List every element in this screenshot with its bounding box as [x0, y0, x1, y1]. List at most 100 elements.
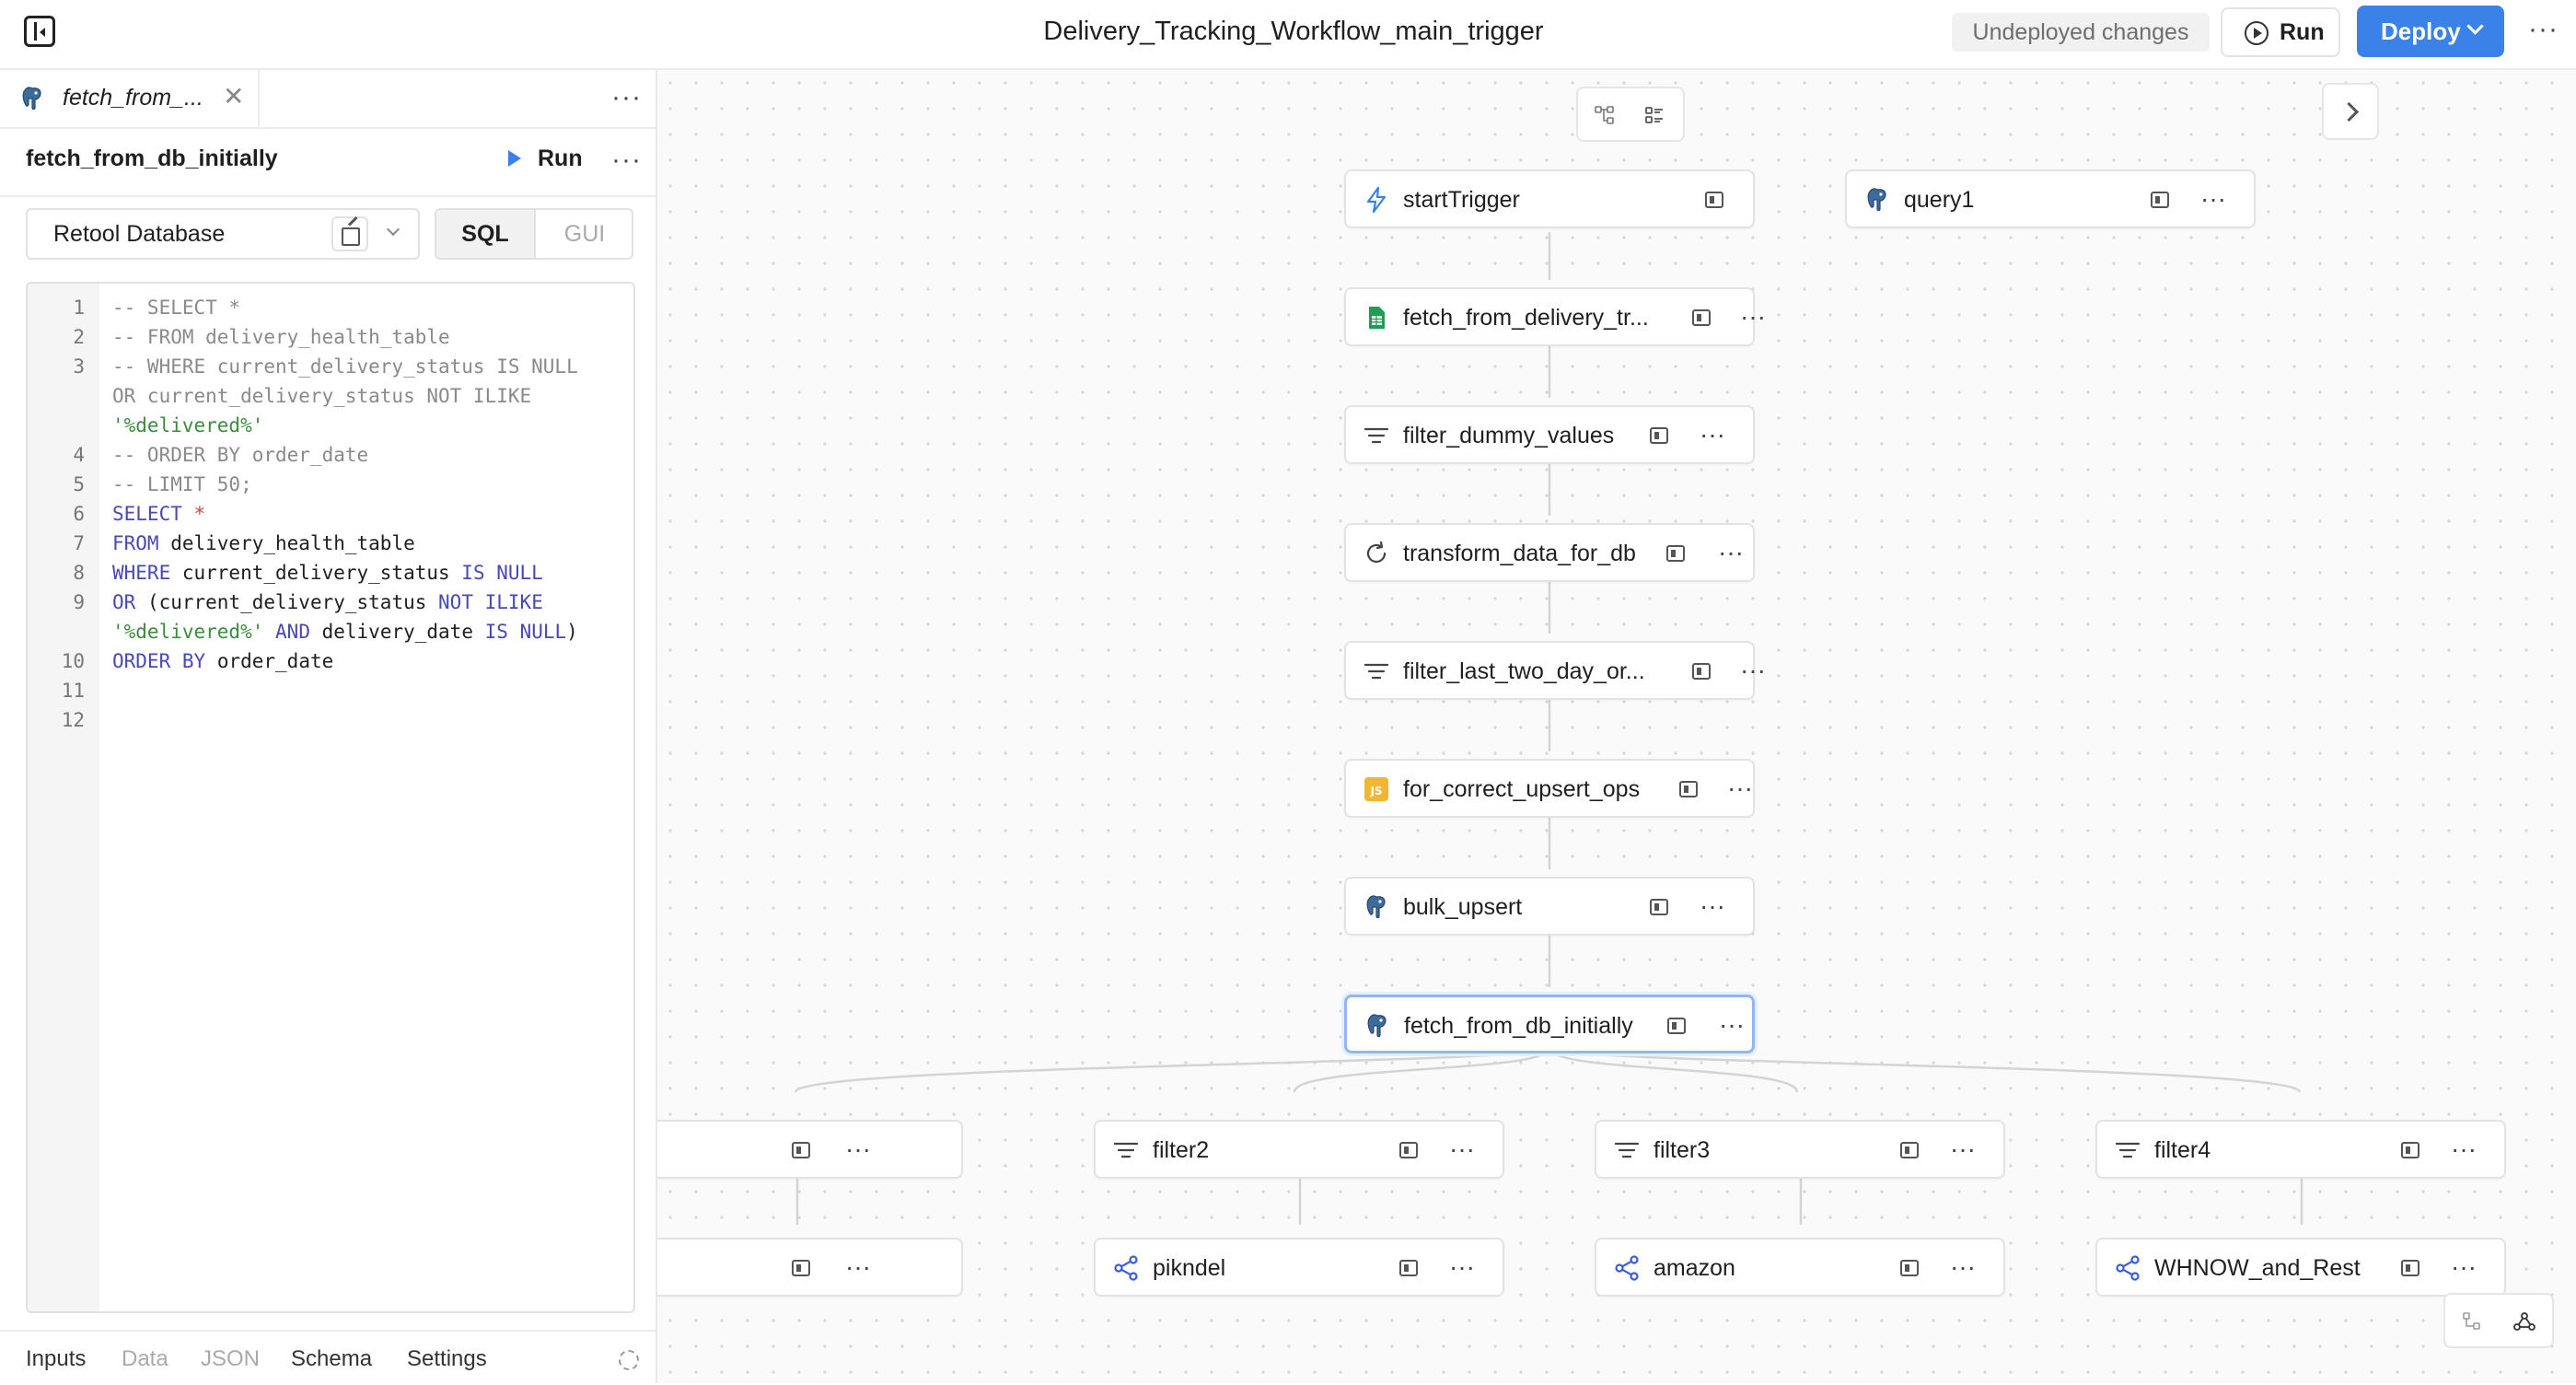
tab-settings[interactable]: Settings: [407, 1346, 487, 1372]
node-more-icon[interactable]: ···: [2451, 1252, 2477, 1282]
sheets-icon: [1363, 304, 1390, 332]
network-view-icon[interactable]: [2513, 1311, 2535, 1332]
node-filter-last-two-day-or[interactable]: filter_last_two_day_or... ···: [1344, 641, 1766, 700]
toggle-panel-icon[interactable]: [792, 1260, 810, 1276]
toggle-panel-icon[interactable]: [792, 1142, 810, 1158]
node-whnow-and-rest[interactable]: WHNOW_and_Rest ···: [2095, 1238, 2506, 1297]
node-ilter1[interactable]: ilter1···: [657, 1120, 963, 1179]
node-more-icon[interactable]: ···: [845, 1135, 871, 1164]
tab-schema[interactable]: Schema: [291, 1346, 372, 1372]
node-more-icon[interactable]: ···: [1740, 656, 1766, 685]
mode-sql-button[interactable]: SQL: [436, 210, 536, 258]
run-label: Run: [2280, 19, 2325, 45]
node-label: pikndel: [1153, 1255, 1226, 1281]
node-more-icon[interactable]: ···: [1740, 302, 1766, 332]
node-more-icon[interactable]: ···: [2451, 1135, 2477, 1164]
line-number: 8: [73, 562, 85, 584]
node-amazon[interactable]: amazon ···: [1595, 1238, 2005, 1297]
tab-more-icon[interactable]: ···: [611, 84, 642, 111]
code-text: WHERE current_delivery_status IS NULL: [112, 562, 543, 584]
toggle-panel-icon[interactable]: [2401, 1260, 2419, 1276]
node-starttrigger[interactable]: startTrigger: [1344, 169, 1755, 228]
more-options-icon[interactable]: ···: [2528, 16, 2559, 43]
toggle-panel-icon[interactable]: [1692, 663, 1711, 680]
node-filter-dummy-values[interactable]: filter_dummy_values ···: [1344, 405, 1755, 464]
external-link-icon[interactable]: [331, 216, 368, 251]
node-fetch-from-delivery-tr[interactable]: fetch_from_delivery_tr... ···: [1344, 287, 1766, 346]
play-circle-icon: [2245, 21, 2269, 45]
node-for-correct-upsert-ops[interactable]: JS for_correct_upsert_ops ···: [1344, 759, 1755, 818]
node-filter2[interactable]: filter2 ···: [1094, 1120, 1504, 1179]
node-more-icon[interactable]: ···: [1718, 538, 1744, 567]
node-ndia-post[interactable]: ndia_post···: [657, 1238, 963, 1297]
toggle-panel-icon[interactable]: [2151, 192, 2169, 208]
workflow-title[interactable]: Delivery_Tracking_Workflow_main_trigger: [921, 13, 1666, 50]
node-more-icon[interactable]: ···: [1700, 891, 1725, 921]
node-filter3[interactable]: filter3 ···: [1595, 1120, 2005, 1179]
resource-label: Retool Database: [53, 221, 226, 247]
toggle-panel-icon[interactable]: [1679, 781, 1698, 797]
chevron-down-icon[interactable]: [386, 222, 400, 237]
code-text: -- WHERE current_delivery_status IS NULL: [112, 355, 578, 378]
code-editor[interactable]: 1 -- SELECT * 2 -- FROM delivery_health_tab…: [26, 282, 635, 1313]
node-fetch-from-db-initially[interactable]: fetch_from_db_initially ···: [1344, 995, 1755, 1053]
code-text: OR current_delivery_status NOT ILIKE: [112, 385, 532, 407]
toggle-panel-icon[interactable]: [1692, 309, 1711, 326]
node-filter4[interactable]: filter4 ···: [2095, 1120, 2506, 1179]
node-label: filter2: [1153, 1137, 1210, 1163]
expand-right-panel-icon[interactable]: [2322, 83, 2379, 140]
close-icon[interactable]: ✕: [223, 81, 244, 111]
node-label: amazon: [1654, 1255, 1735, 1281]
run-workflow-button[interactable]: Run: [2221, 7, 2340, 57]
node-more-icon[interactable]: ···: [1727, 774, 1753, 803]
node-transform-data-for-db[interactable]: transform_data_for_db ···: [1344, 523, 1755, 582]
toggle-panel-icon[interactable]: [1900, 1260, 1919, 1276]
toggle-panel-icon[interactable]: [1650, 899, 1668, 915]
node-more-icon[interactable]: ···: [1700, 420, 1725, 449]
loading-icon: [619, 1350, 639, 1370]
node-pikndel[interactable]: pikndel ···: [1094, 1238, 1504, 1297]
postgres-icon: [22, 87, 41, 111]
node-label: filter_dummy_values: [1403, 423, 1615, 448]
list-layout-icon[interactable]: [1644, 105, 1665, 125]
postgres-icon: [1863, 186, 1891, 214]
toggle-panel-icon[interactable]: [1705, 192, 1723, 208]
editor-tab[interactable]: fetch_from_... ✕: [7, 70, 260, 127]
node-label: for_correct_upsert_ops: [1403, 776, 1641, 802]
toggle-panel-icon[interactable]: [1399, 1142, 1418, 1158]
collapse-panel-icon[interactable]: [24, 16, 55, 47]
workflow-canvas[interactable]: startTrigger query1 ··· fetch_from_delivery…: [657, 70, 2576, 1383]
node-more-icon[interactable]: ···: [1719, 1010, 1745, 1040]
tab-json[interactable]: JSON: [201, 1346, 260, 1372]
toggle-panel-icon[interactable]: [1666, 545, 1685, 562]
node-query1[interactable]: query1 ···: [1845, 169, 2256, 228]
toggle-panel-icon[interactable]: [1399, 1260, 1418, 1276]
node-more-icon[interactable]: ···: [845, 1252, 871, 1282]
toggle-panel-icon[interactable]: [1900, 1142, 1919, 1158]
toggle-panel-icon[interactable]: [1650, 427, 1668, 444]
line-number: 11: [61, 680, 85, 702]
filter-icon: [1613, 1136, 1641, 1164]
resource-select[interactable]: Retool Database: [26, 208, 420, 260]
tree-view-icon[interactable]: [2462, 1311, 2482, 1332]
node-label: WHNOW_and_Rest: [2154, 1255, 2361, 1281]
panel-bottom-tabs: Inputs Data JSON Schema Settings: [0, 1330, 656, 1385]
query-more-icon[interactable]: ···: [611, 146, 642, 174]
node-bulk-upsert[interactable]: bulk_upsert ···: [1344, 877, 1755, 936]
filter-icon: [1363, 422, 1390, 449]
tab-inputs[interactable]: Inputs: [26, 1346, 86, 1372]
code-text: ORDER BY order_date: [112, 650, 334, 672]
toggle-panel-icon[interactable]: [2401, 1142, 2419, 1158]
deploy-button[interactable]: Deploy: [2357, 6, 2504, 57]
query-name[interactable]: fetch_from_db_initially: [26, 145, 278, 172]
tab-data[interactable]: Data: [122, 1346, 168, 1372]
node-more-icon[interactable]: ···: [1449, 1135, 1475, 1164]
node-more-icon[interactable]: ···: [1449, 1252, 1475, 1282]
graph-layout-icon[interactable]: [1595, 105, 1615, 125]
mode-gui-button[interactable]: GUI: [536, 210, 632, 258]
node-more-icon[interactable]: ···: [1950, 1252, 1976, 1282]
node-more-icon[interactable]: ···: [1950, 1135, 1976, 1164]
editor-tab-row: fetch_from_... ✕ ···: [0, 70, 656, 129]
toggle-panel-icon[interactable]: [1667, 1018, 1686, 1034]
node-more-icon[interactable]: ···: [2200, 184, 2226, 214]
